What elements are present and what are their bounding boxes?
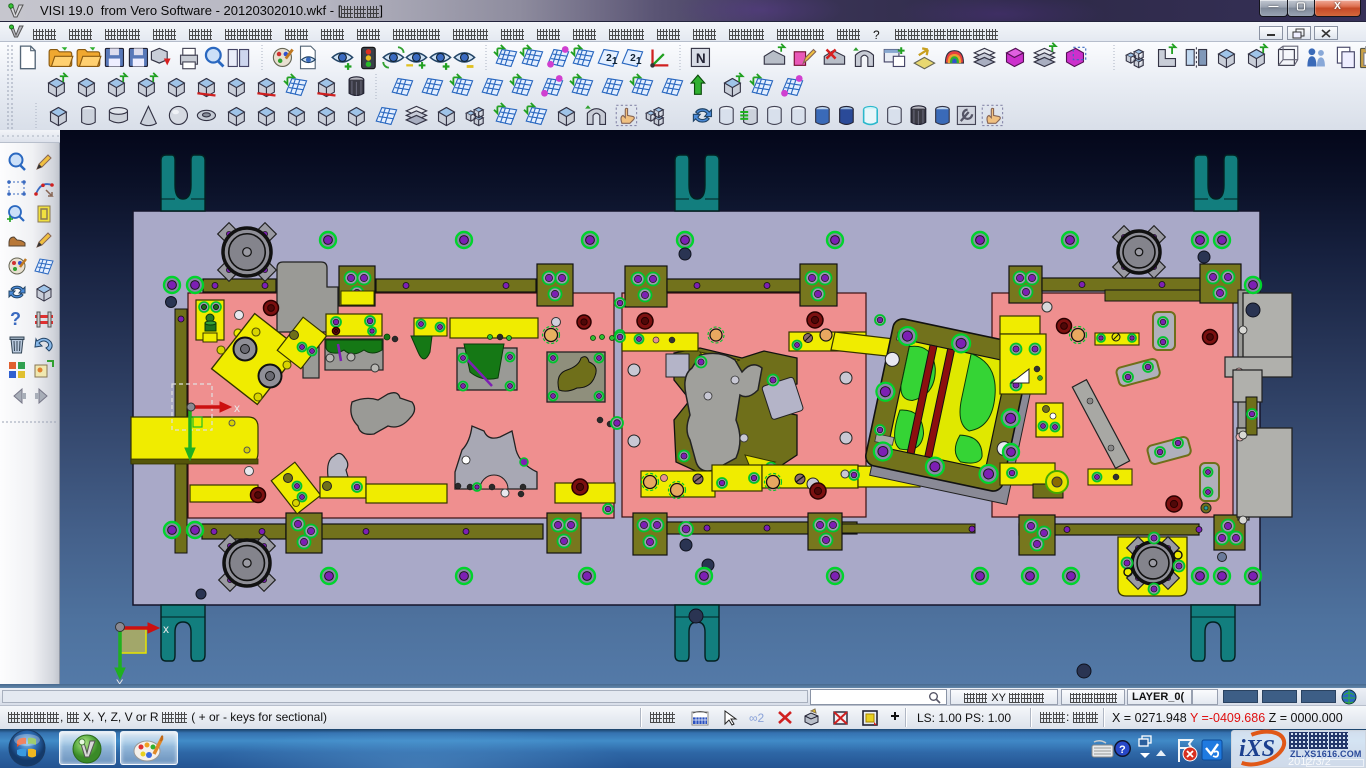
svg-text:?: ? [1119, 744, 1126, 756]
svg-text:iXS: iXS [1239, 736, 1275, 762]
svg-text:∞2: ∞2 [749, 711, 765, 725]
svg-text:x: x [163, 622, 169, 636]
svg-text:x: x [234, 401, 240, 415]
